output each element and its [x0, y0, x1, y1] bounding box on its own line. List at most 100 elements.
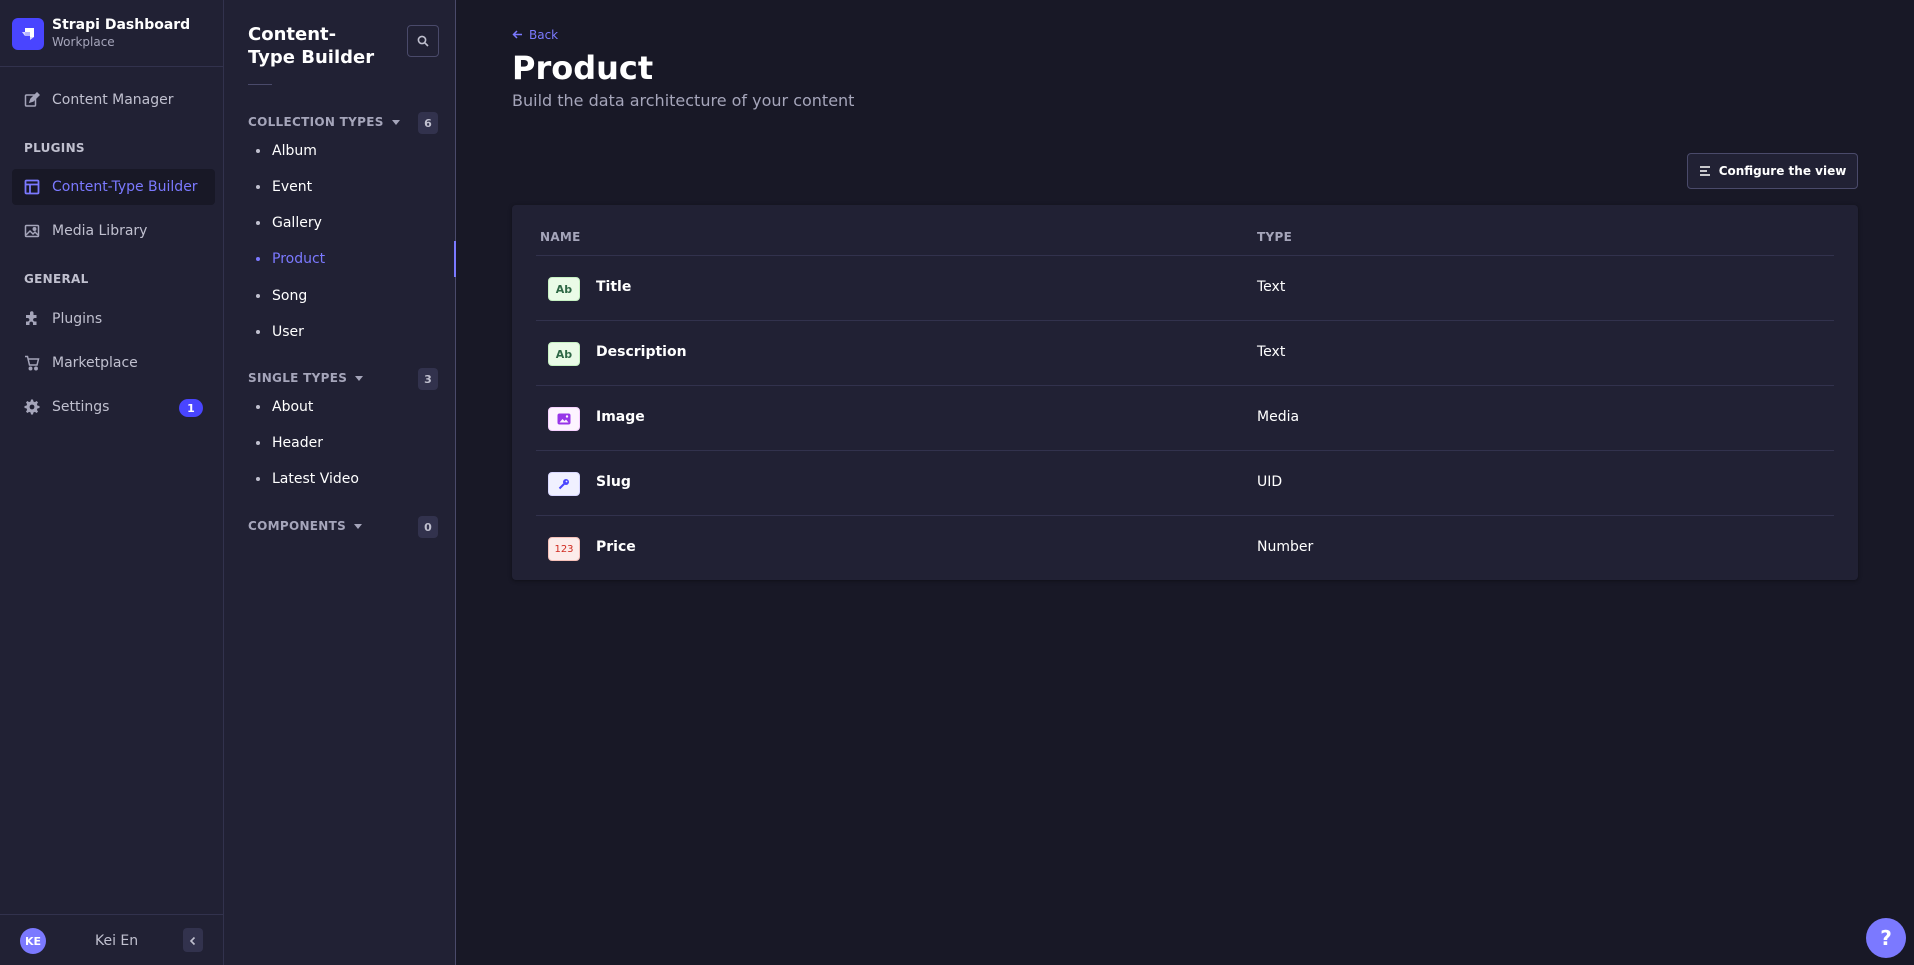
back-link-label: Back [529, 27, 559, 42]
configure-view-button[interactable]: Configure the view [1687, 153, 1858, 189]
subnav-item-label: About [272, 399, 314, 415]
bullet-icon [256, 477, 260, 481]
gear-icon [24, 399, 40, 415]
bullet-icon [256, 294, 260, 298]
bullet-icon [256, 257, 260, 261]
settings-notification-badge: 1 [179, 399, 203, 417]
nav-item-plugins[interactable]: Plugins [12, 301, 215, 337]
main-navigation: Strapi Dashboard Workplace Content Manag… [0, 0, 224, 965]
nav-item-label: Settings [52, 399, 110, 415]
nav-item-content-manager[interactable]: Content Manager [12, 82, 215, 118]
group-label: COLLECTION TYPES [248, 115, 384, 129]
subnav-item-label: Product [272, 251, 326, 267]
field-name: Title [596, 279, 632, 295]
puzzle-icon [24, 311, 40, 327]
help-button[interactable]: ? [1866, 918, 1906, 958]
bullet-icon [256, 330, 260, 334]
caret-down-icon [391, 119, 400, 125]
subnav-item-latest-video[interactable]: Latest Video [248, 465, 456, 493]
search-icon [417, 32, 429, 51]
content-type-builder-subnav: Content-Type Builder COLLECTION TYPES 6 … [224, 0, 456, 965]
group-count-badge: 0 [418, 516, 438, 538]
single-types-toggle[interactable]: SINGLE TYPES 3 [248, 366, 438, 390]
subnav-item-user[interactable]: User [248, 318, 456, 346]
brand-subtitle: Workplace [52, 35, 115, 49]
nav-item-label: Content-Type Builder [52, 179, 198, 195]
brand[interactable]: Strapi Dashboard Workplace [12, 17, 190, 50]
subnav-item-song[interactable]: Song [248, 282, 456, 310]
uid-type-icon [548, 472, 580, 496]
subnav-item-event[interactable]: Event [248, 173, 456, 201]
nav-item-content-type-builder[interactable]: Content-Type Builder [12, 169, 215, 205]
nav-item-marketplace[interactable]: Marketplace [12, 345, 215, 381]
column-header-name: NAME [540, 230, 581, 244]
field-type: Text [1257, 344, 1286, 360]
caret-down-icon [354, 523, 363, 529]
nav-divider [0, 66, 223, 67]
field-name: Image [596, 409, 645, 425]
table-row[interactable]: 123 Price Number [536, 516, 1834, 581]
image-icon [24, 223, 40, 239]
subnav-item-label: User [272, 324, 304, 340]
group-label: SINGLE TYPES [248, 371, 348, 385]
media-type-icon [548, 407, 580, 431]
collection-types-toggle[interactable]: COLLECTION TYPES 6 [248, 110, 438, 134]
text-type-icon: Ab [548, 277, 580, 301]
nav-footer-divider [0, 914, 223, 915]
subnav-search-button[interactable] [407, 25, 439, 57]
avatar: KE [20, 928, 46, 954]
subnav-item-label: Gallery [272, 215, 322, 231]
user-name: Kei En [95, 933, 139, 949]
nav-item-label: Marketplace [52, 355, 138, 371]
user-profile[interactable]: KE Kei En [20, 928, 204, 954]
subnav-item-label: Header [272, 435, 323, 451]
subnav-item-product[interactable]: Product [248, 241, 456, 277]
collapse-nav-button[interactable] [183, 928, 203, 952]
field-name: Price [596, 539, 636, 555]
subnav-item-gallery[interactable]: Gallery [248, 209, 456, 237]
list-icon [1699, 162, 1711, 181]
group-label: COMPONENTS [248, 519, 347, 533]
arrow-left-icon [512, 25, 523, 44]
pencil-icon [24, 92, 40, 108]
bullet-icon [256, 405, 260, 409]
bullet-icon [256, 185, 260, 189]
field-type: Number [1257, 539, 1314, 555]
components-toggle[interactable]: COMPONENTS 0 [248, 514, 438, 538]
subnav-item-label: Album [272, 143, 317, 159]
fields-table: NAME TYPE Ab Title Text Ab Description T… [512, 205, 1858, 580]
nav-item-label: Media Library [52, 223, 148, 239]
back-link[interactable]: Back [512, 25, 558, 44]
field-type: Text [1257, 279, 1286, 295]
nav-item-label: Plugins [52, 311, 103, 327]
nav-item-label: Content Manager [52, 92, 174, 108]
table-row[interactable]: Image Media [536, 386, 1834, 451]
table-row[interactable]: Ab Title Text [536, 256, 1834, 321]
subnav-item-label: Event [272, 179, 313, 195]
subnav-divider [248, 84, 272, 85]
layout-icon [24, 179, 40, 195]
subnav-item-label: Song [272, 288, 308, 304]
column-header-type: TYPE [1257, 230, 1293, 244]
subnav-item-about[interactable]: About [248, 393, 456, 421]
page-subtitle: Build the data architecture of your cont… [512, 91, 855, 110]
nav-section-general: GENERAL [24, 272, 89, 286]
bullet-icon [256, 221, 260, 225]
table-row[interactable]: Ab Description Text [536, 321, 1834, 386]
chevron-left-icon [188, 931, 198, 950]
nav-item-media-library[interactable]: Media Library [12, 213, 215, 249]
bullet-icon [256, 441, 260, 445]
subnav-item-header[interactable]: Header [248, 429, 456, 457]
caret-down-icon [355, 375, 364, 381]
field-name: Slug [596, 474, 631, 490]
subnav-title: Content-Type Builder [248, 24, 375, 68]
field-name: Description [596, 344, 687, 360]
table-row[interactable]: Slug UID [536, 451, 1834, 516]
nav-section-plugins: PLUGINS [24, 141, 85, 155]
field-type: Media [1257, 409, 1300, 425]
nav-item-settings[interactable]: Settings 1 [12, 389, 215, 425]
text-type-icon: Ab [548, 342, 580, 366]
group-count-badge: 6 [418, 112, 438, 134]
bullet-icon [256, 149, 260, 153]
subnav-item-album[interactable]: Album [248, 137, 456, 165]
